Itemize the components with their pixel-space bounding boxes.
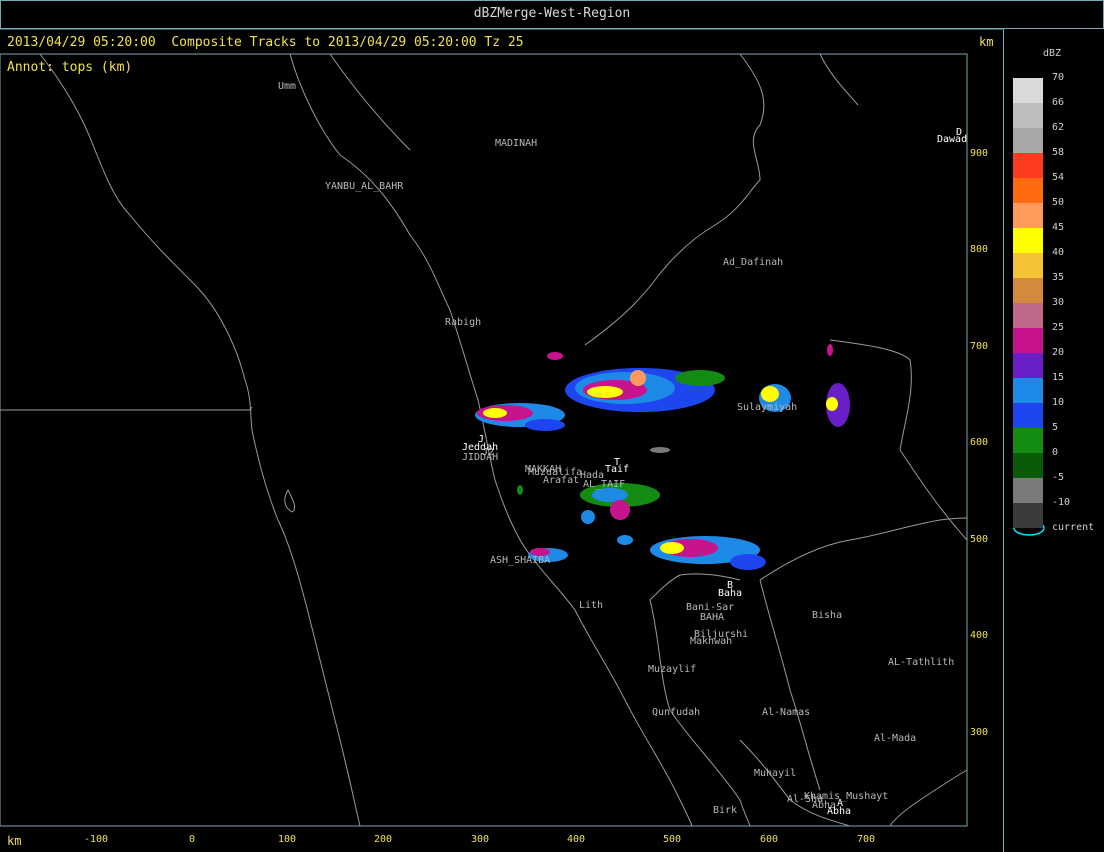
km-unit-top: km bbox=[979, 35, 994, 49]
legend-label: 20 bbox=[1052, 347, 1065, 358]
city-bisha: Bisha bbox=[812, 610, 842, 621]
legend-label: 40 bbox=[1052, 247, 1065, 258]
current-label: current bbox=[1052, 522, 1095, 533]
y-tick: 700 bbox=[970, 341, 988, 352]
legend-label: 30 bbox=[1052, 297, 1065, 308]
legend-swatch bbox=[1013, 153, 1043, 178]
legend-title: dBZ bbox=[1043, 48, 1062, 59]
radar-echoes bbox=[475, 344, 850, 570]
city-sulaymiyah: Sulaymiyah bbox=[737, 402, 797, 413]
legend-swatch bbox=[1013, 428, 1043, 453]
legend-swatch bbox=[1013, 103, 1043, 128]
legend-label: 0 bbox=[1052, 447, 1059, 458]
legend-swatch bbox=[1013, 378, 1043, 403]
city-al-taif: AL_TAIF bbox=[583, 479, 625, 490]
legend-label: -10 bbox=[1052, 497, 1071, 508]
legend-label: 25 bbox=[1052, 322, 1065, 333]
y-tick: 400 bbox=[970, 630, 988, 641]
legend-label: 15 bbox=[1052, 372, 1065, 383]
legend-label: 10 bbox=[1052, 397, 1065, 408]
legend-label: -5 bbox=[1052, 472, 1065, 483]
legend-label: 54 bbox=[1052, 172, 1065, 183]
legend-label: 66 bbox=[1052, 97, 1065, 108]
x-axis-ticks: -100 0 100 200 300 400 500 600 700 bbox=[84, 834, 875, 845]
y-tick: 500 bbox=[970, 534, 988, 545]
y-tick: 600 bbox=[970, 437, 988, 448]
city-ash-shaiba: ASH_SHAIBA bbox=[490, 555, 550, 566]
city-ad-dafinah: Ad_Dafinah bbox=[723, 257, 783, 268]
legend-swatch bbox=[1013, 178, 1043, 203]
city-rabigh: Rabigh bbox=[445, 317, 481, 328]
radar-display: Umm MADINAH YANBU_AL_BAHR Ad_Dafinah Rab… bbox=[0, 0, 1104, 852]
legend-label: 62 bbox=[1052, 122, 1065, 133]
city-madinah: MADINAH bbox=[495, 138, 537, 149]
legend-swatch bbox=[1013, 403, 1043, 428]
city-yanbu: YANBU_AL_BAHR bbox=[325, 181, 404, 192]
city-muzaylif: Muzaylif bbox=[648, 664, 696, 675]
legend-label: 50 bbox=[1052, 197, 1065, 208]
y-axis-ticks: 900 800 700 600 500 400 300 bbox=[970, 148, 988, 738]
x-tick: 300 bbox=[471, 834, 489, 845]
x-tick: 0 bbox=[189, 834, 195, 845]
city-birk: Birk bbox=[713, 805, 737, 816]
x-tick: 400 bbox=[567, 834, 585, 845]
city-umm: Umm bbox=[278, 81, 296, 92]
site-abha: Abha bbox=[827, 806, 851, 817]
site-taif: Taif bbox=[605, 464, 629, 475]
site-baha: Baha bbox=[718, 588, 742, 599]
legend-swatch bbox=[1013, 128, 1043, 153]
legend-label: 70 bbox=[1052, 72, 1065, 83]
x-tick: 200 bbox=[374, 834, 392, 845]
map-canvas[interactable]: Umm MADINAH YANBU_AL_BAHR Ad_Dafinah Rab… bbox=[0, 0, 1104, 852]
legend-label: 5 bbox=[1052, 422, 1059, 433]
y-tick: 800 bbox=[970, 244, 988, 255]
window-title: dBZMerge-West-Region bbox=[473, 6, 631, 21]
x-tick: 500 bbox=[663, 834, 681, 845]
x-tick: 100 bbox=[278, 834, 296, 845]
legend-swatch bbox=[1013, 78, 1043, 103]
legend-swatch bbox=[1013, 303, 1043, 328]
x-tick: -100 bbox=[84, 834, 108, 845]
legend-swatch bbox=[1013, 253, 1043, 278]
y-tick: 300 bbox=[970, 727, 988, 738]
y-tick: 900 bbox=[970, 148, 988, 159]
legend-label: 35 bbox=[1052, 272, 1065, 283]
legend-swatch bbox=[1013, 353, 1043, 378]
city-al-namas: Al-Namas bbox=[762, 707, 810, 718]
legend-swatch bbox=[1013, 328, 1043, 353]
city-al-tathlith: AL-Tathlith bbox=[888, 657, 954, 668]
legend-swatch bbox=[1013, 503, 1043, 528]
legend-swatch bbox=[1013, 478, 1043, 503]
city-al-mada: Al-Mada bbox=[874, 733, 916, 744]
site-dawad: Dawad bbox=[937, 134, 967, 145]
legend-swatch bbox=[1013, 278, 1043, 303]
composite-header: 2013/04/29 05:20:00 Composite Tracks to … bbox=[7, 35, 524, 50]
legend-label: 58 bbox=[1052, 147, 1065, 158]
legend-swatch bbox=[1013, 228, 1043, 253]
legend-swatch bbox=[1013, 203, 1043, 228]
city-qunfudah: Qunfudah bbox=[652, 707, 700, 718]
city-labels: Umm MADINAH YANBU_AL_BAHR Ad_Dafinah Rab… bbox=[278, 81, 954, 816]
legend-label: 45 bbox=[1052, 222, 1065, 233]
city-baha-gray: BAHA bbox=[700, 612, 724, 623]
city-muhayil: Muhayil bbox=[754, 768, 796, 779]
x-tick: 700 bbox=[857, 834, 875, 845]
annotation-label: Annot: tops (km) bbox=[7, 60, 133, 75]
legend-swatch bbox=[1013, 453, 1043, 478]
city-arafat: Arafat bbox=[543, 475, 579, 486]
label-j2: J2 bbox=[482, 447, 494, 458]
km-unit-bottom: km bbox=[7, 834, 22, 848]
city-makhwah: Makhwah bbox=[690, 636, 732, 647]
city-lith: Lith bbox=[579, 600, 603, 611]
x-tick: 600 bbox=[760, 834, 778, 845]
